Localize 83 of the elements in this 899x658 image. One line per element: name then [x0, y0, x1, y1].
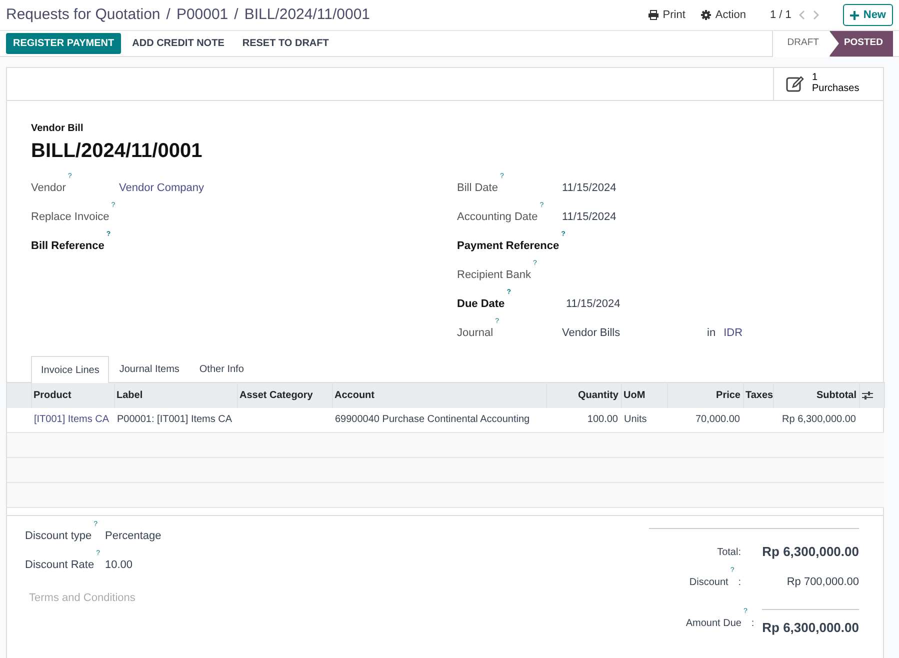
help-mark[interactable]: ?	[540, 202, 544, 208]
breadcrumb-separator: /	[234, 4, 238, 25]
tab[interactable]: Journal Items	[109, 356, 190, 382]
field-value: 11/15/2024	[562, 181, 616, 196]
previous-icon[interactable]	[799, 10, 806, 20]
breadcrumb-current: BILL/2024/11/0001	[244, 4, 370, 25]
plus-icon	[850, 10, 860, 20]
field-value: Vendor Bills	[562, 326, 622, 341]
total-label-colon: :	[738, 576, 741, 588]
total-label: Amount Due	[686, 618, 742, 628]
column-header[interactable]: Price	[667, 382, 743, 408]
edit-icon	[786, 76, 804, 92]
status-stage[interactable]: DRAFT	[772, 30, 829, 56]
column-header[interactable]: Account	[332, 382, 546, 408]
column-header[interactable]: Taxes	[743, 382, 773, 408]
breadcrumb-link[interactable]: P00001	[176, 4, 228, 26]
field-label: Due Date	[457, 298, 505, 310]
pager-counter: 1 / 1	[770, 8, 792, 23]
total-value: Rp 700,000.00	[786, 574, 859, 590]
table-cell: Units	[624, 414, 647, 426]
record-title: BILL/2024/11/0001	[31, 139, 204, 164]
help-mark[interactable]: ?	[500, 172, 504, 180]
help-mark[interactable]: ?	[743, 608, 748, 615]
help-mark[interactable]: ?	[533, 260, 537, 266]
table-link[interactable]: [IT001] Items CA	[34, 414, 110, 426]
tab[interactable]: Invoice Lines	[31, 356, 110, 383]
field-label: Recipient Bank	[457, 269, 531, 281]
field-label: Discount Rate	[25, 559, 94, 571]
table-cell: P00001: [IT001] Items CA	[117, 414, 232, 426]
field-value: Percentage	[105, 529, 162, 544]
action-button[interactable]: REGISTER PAYMENT	[6, 33, 122, 54]
new-button[interactable]: New	[843, 4, 893, 26]
help-mark[interactable]: ?	[68, 172, 72, 180]
field-value: 11/15/2024	[565, 297, 620, 312]
total-label-colon: :	[751, 618, 754, 628]
field-label: Bill Date	[457, 182, 498, 194]
field-link[interactable]: Vendor Company	[119, 180, 204, 196]
settings-icon[interactable]	[862, 390, 872, 400]
field-label: Journal	[457, 327, 494, 339]
tab[interactable]: Other Info	[189, 356, 254, 382]
help-mark[interactable]: ?	[106, 230, 111, 238]
field-text: in	[707, 326, 716, 341]
field-value: 10.00	[105, 558, 133, 573]
field-label: Discount type	[25, 530, 92, 542]
field-label: Bill Reference	[31, 240, 104, 252]
currency-link[interactable]: IDR	[724, 325, 743, 342]
table-cell: 69900040 Purchase Continental Accounting	[335, 414, 530, 426]
form-subtitle: Vendor Bill	[31, 122, 84, 136]
field-label: Replace Invoice	[31, 211, 110, 223]
printer-icon	[648, 10, 659, 20]
print-button[interactable]: Print	[648, 6, 686, 24]
column-header[interactable]: Asset Category	[237, 382, 332, 408]
total-value: Rp 6,300,000.00	[761, 543, 859, 562]
help-mark[interactable]: ?	[495, 318, 499, 324]
gear-icon	[701, 10, 712, 20]
column-header[interactable]: UoM	[621, 382, 667, 408]
column-header[interactable]: Quantity	[546, 382, 621, 408]
status-stage[interactable]: POSTED	[828, 30, 893, 56]
column-header[interactable]: Product	[31, 382, 114, 408]
field-label: Vendor	[31, 182, 66, 194]
action-button[interactable]: Action	[701, 6, 746, 24]
table-cell: Rp 6,300,000.00	[782, 414, 856, 426]
column-header[interactable]: Label	[114, 382, 237, 408]
total-label: Discount	[689, 576, 728, 588]
field-label: Accounting Date	[457, 211, 538, 223]
table-cell: 100.00	[587, 414, 618, 426]
help-mark[interactable]: ?	[96, 550, 100, 556]
help-mark[interactable]: ?	[730, 567, 734, 574]
breadcrumb-link[interactable]: Requests for Quotation	[6, 4, 160, 26]
field-value: 11/15/2024	[562, 210, 616, 225]
column-header[interactable]: Subtotal	[773, 382, 859, 408]
help-mark[interactable]: ?	[506, 288, 511, 296]
help-mark[interactable]: ?	[94, 520, 98, 528]
total-value: Rp 6,300,000.00	[762, 608, 859, 638]
help-mark[interactable]: ?	[111, 202, 116, 208]
breadcrumb-separator: /	[166, 4, 170, 25]
next-icon[interactable]	[813, 10, 820, 20]
table-cell: 70,000.00	[696, 414, 740, 426]
action-button[interactable]: RESET TO DRAFT	[235, 33, 336, 54]
total-label: Total:	[717, 546, 741, 558]
help-mark[interactable]: ?	[561, 230, 566, 238]
field-label: Payment Reference	[457, 240, 560, 252]
action-button[interactable]: ADD CREDIT NOTE	[125, 33, 232, 54]
